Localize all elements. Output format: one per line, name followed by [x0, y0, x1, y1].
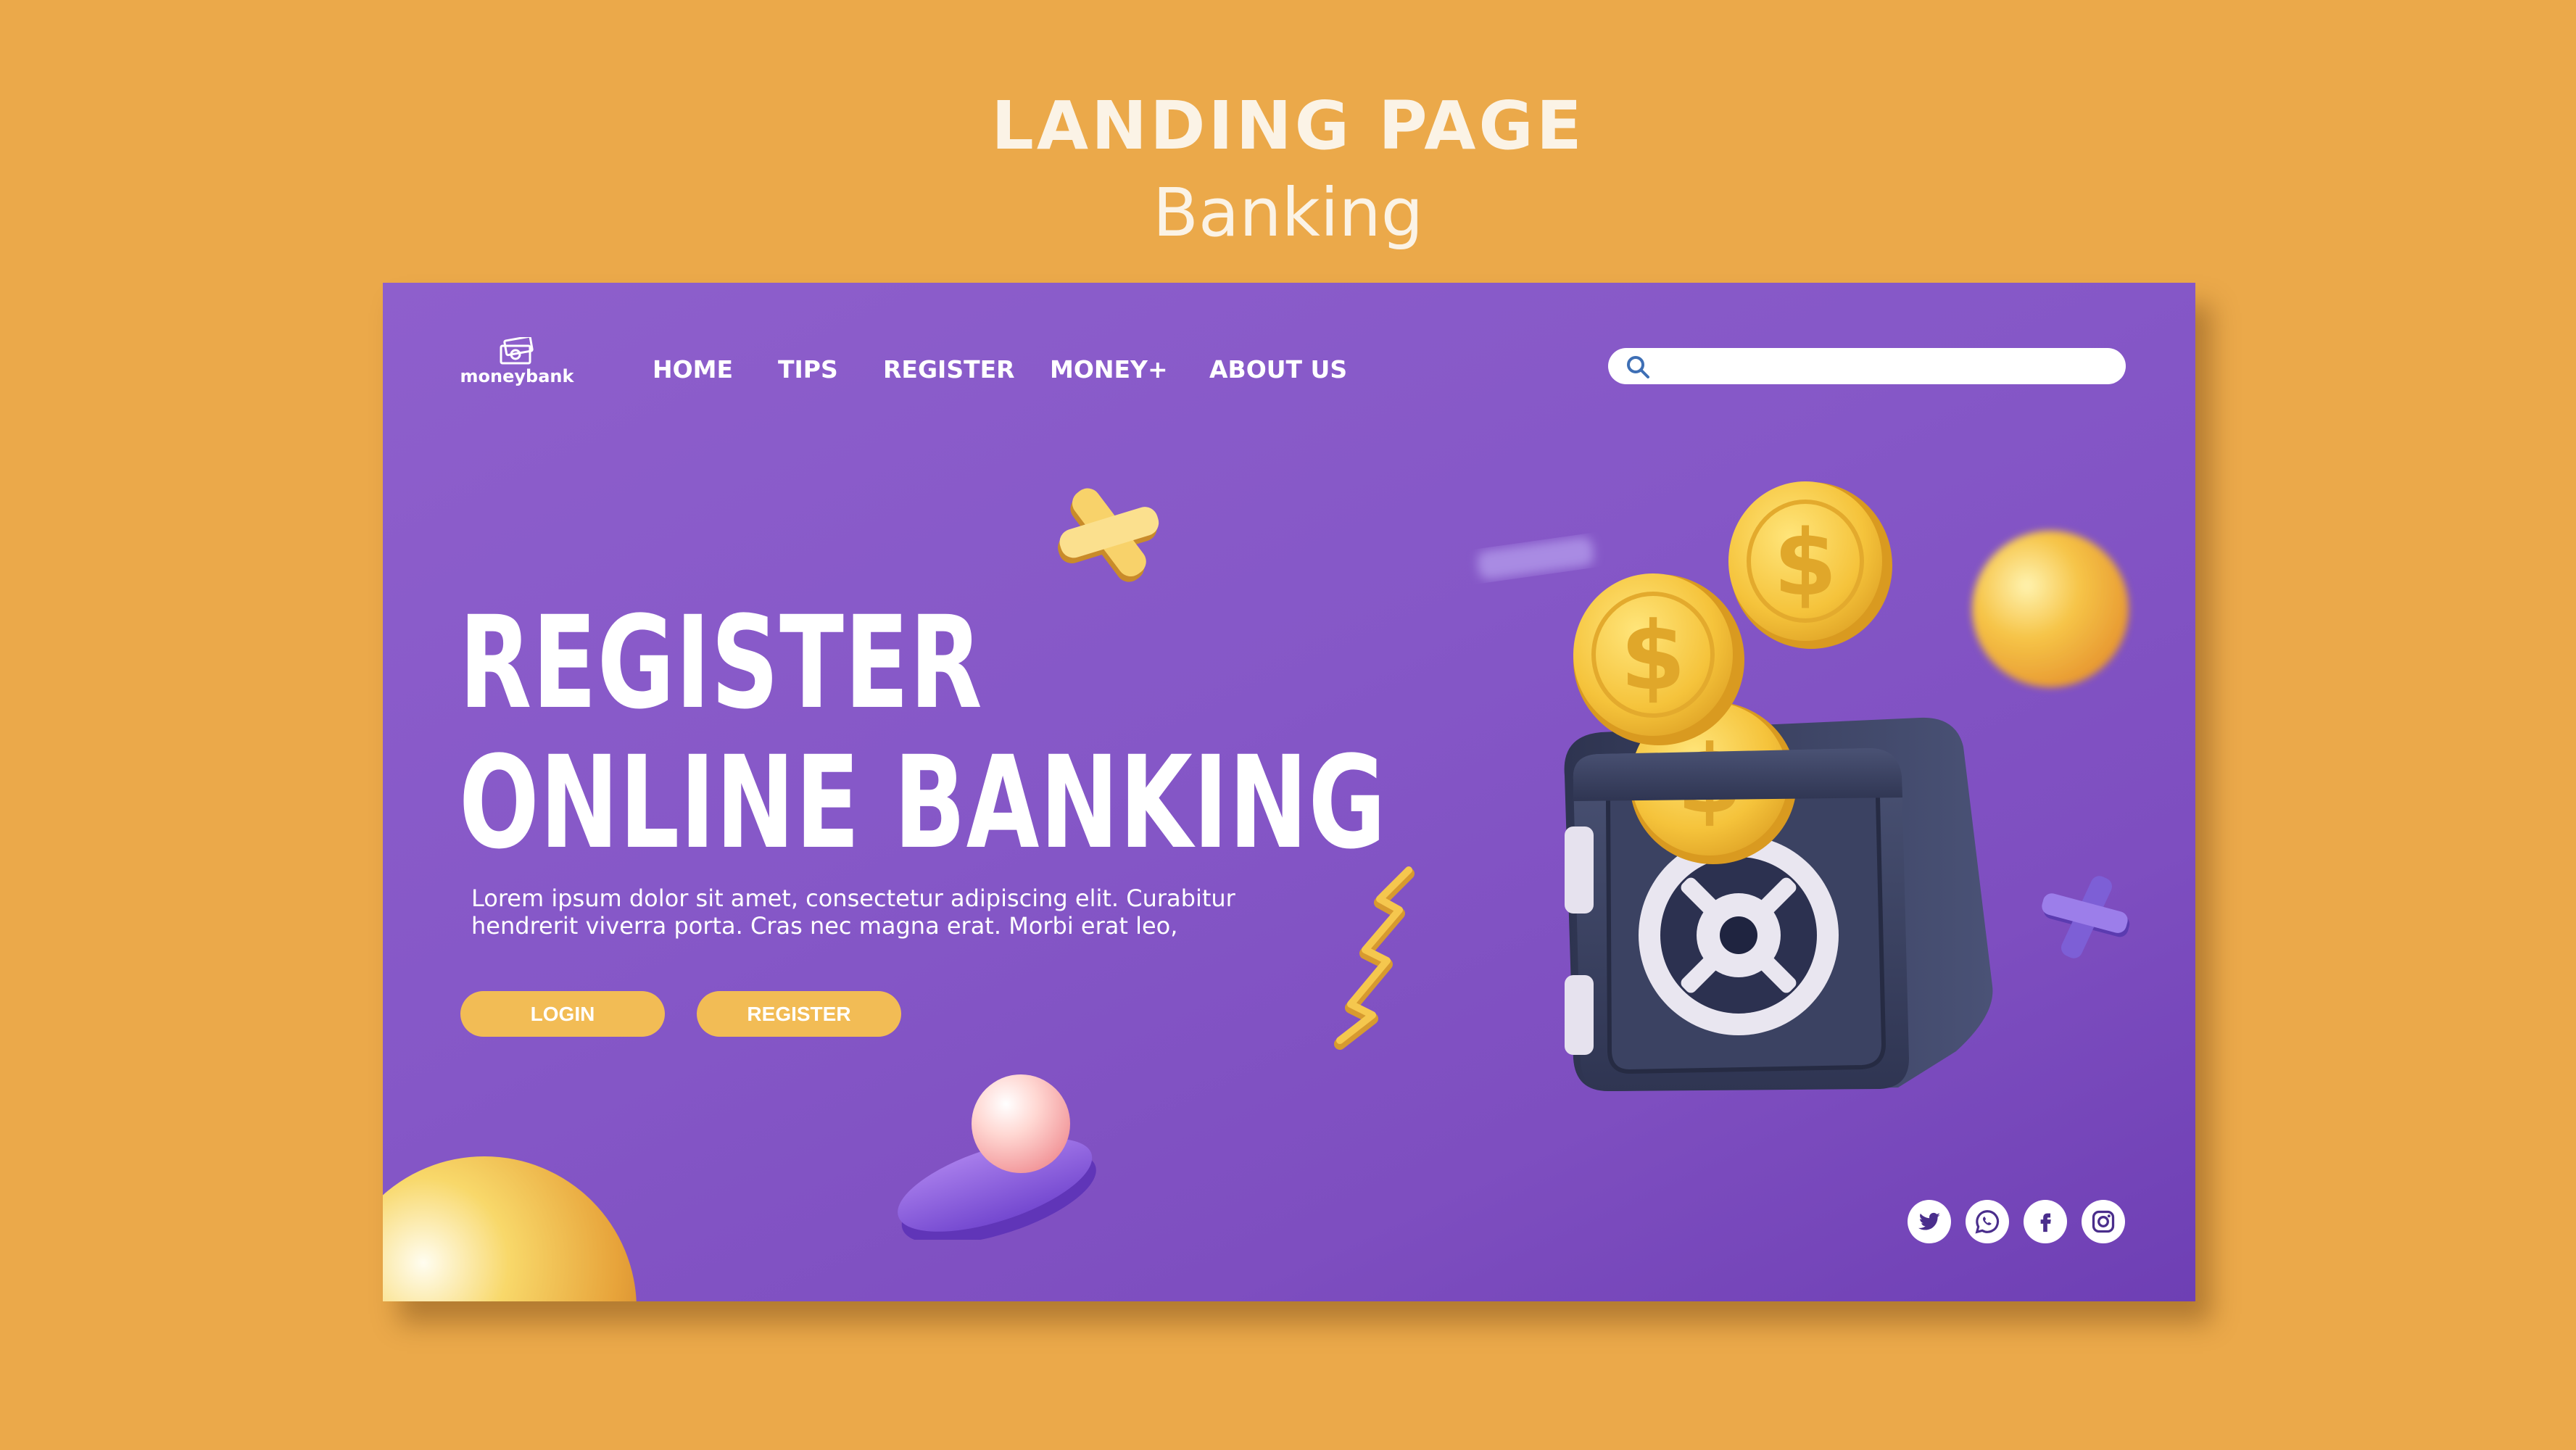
- hero-body-line1: Lorem ipsum dolor sit amet, consectetur …: [471, 884, 1235, 912]
- hero-headline-line1: REGISTER: [459, 589, 983, 737]
- twitter-icon: [1918, 1212, 1940, 1230]
- search-icon[interactable]: [1625, 355, 1650, 379]
- whatsapp-icon: [1975, 1210, 2000, 1234]
- landing-page-mockup: $ $ $ moneybank HOME TIPS REGISTER MONEY…: [383, 283, 2195, 1301]
- brand-name: moneybank: [460, 366, 574, 386]
- nav-item-about-us[interactable]: ABOUT US: [1209, 355, 1347, 384]
- decorative-zigzag: [1334, 866, 1415, 1050]
- whatsapp-link[interactable]: [1966, 1200, 2009, 1243]
- hero-body-line2: hendrerit viverra porta. Cras nec magna …: [471, 912, 1178, 940]
- login-button[interactable]: LOGIN: [460, 991, 665, 1037]
- hero-headline-line2: ONLINE BANKING: [459, 729, 1387, 877]
- twitter-link[interactable]: [1908, 1200, 1951, 1243]
- svg-text:$: $: [1773, 510, 1837, 616]
- decorative-sphere: [383, 1156, 637, 1301]
- nav-item-tips[interactable]: TIPS: [778, 355, 838, 384]
- nav-item-register[interactable]: REGISTER: [883, 355, 1015, 384]
- decorative-cross: [1058, 488, 1159, 582]
- hero-body: Lorem ipsum dolor sit amet, consectetur …: [471, 884, 1269, 940]
- svg-text:$: $: [1620, 601, 1686, 711]
- page-subtitle: Banking: [1152, 174, 1424, 252]
- facebook-link[interactable]: [2024, 1200, 2067, 1243]
- safe-illustration: $ $ $: [1564, 481, 1993, 1091]
- search-bar[interactable]: [1608, 348, 2126, 384]
- nav-item-home[interactable]: HOME: [653, 355, 733, 384]
- brand-logo[interactable]: moneybank: [459, 337, 575, 395]
- search-input[interactable]: [1659, 352, 2111, 381]
- nav-item-money-plus[interactable]: MONEY+: [1050, 355, 1168, 384]
- decorative-ball-on-disc: [898, 1074, 1096, 1240]
- register-button[interactable]: REGISTER: [697, 991, 901, 1037]
- facebook-icon: [2040, 1213, 2051, 1232]
- instagram-link[interactable]: [2082, 1200, 2125, 1243]
- page-title: LANDING PAGE: [991, 87, 1585, 165]
- money-bills-icon: [500, 337, 534, 365]
- instagram-icon: [2092, 1210, 2115, 1233]
